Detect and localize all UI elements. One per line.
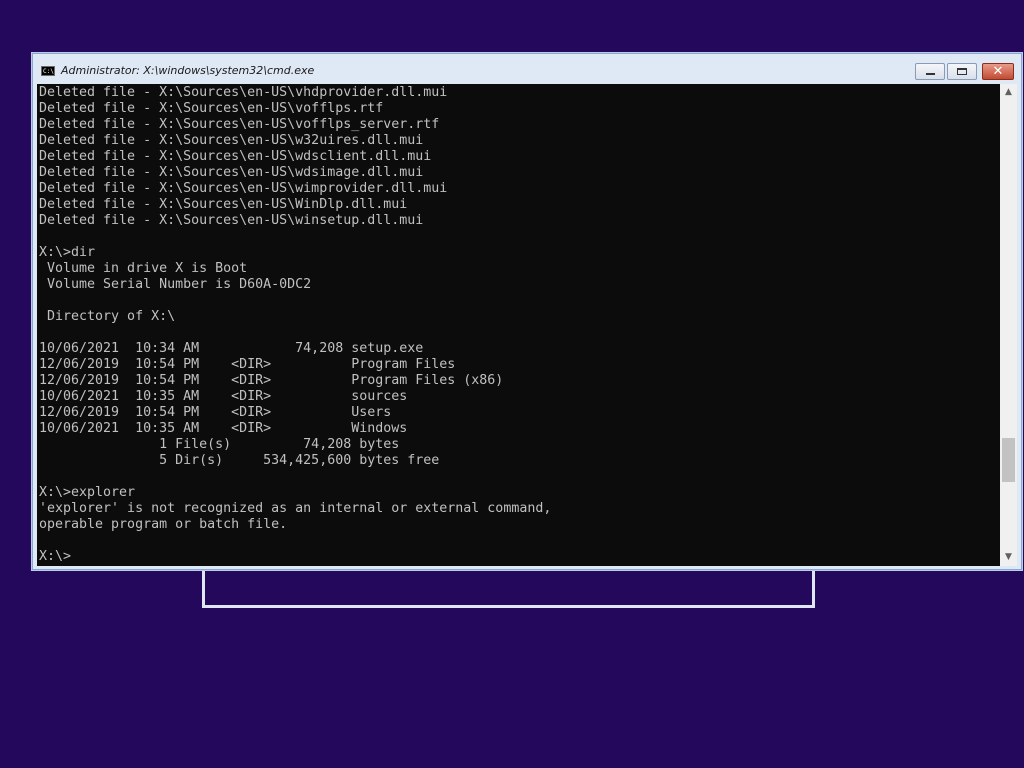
cmd-window: C:\ Administrator: X:\windows\system32\c… [32, 53, 1022, 570]
close-button[interactable]: ✕ [982, 63, 1014, 80]
console-line: Directory of X:\ [39, 309, 176, 324]
console-line: 'explorer' is not recognized as an inter… [39, 501, 552, 516]
desktop-background: C:\ Administrator: X:\windows\system32\c… [0, 0, 1024, 768]
console-text[interactable]: Deleted file - X:\Sources\en-US\vhdprovi… [37, 84, 1000, 565]
console-line: 12/06/2019 10:54 PM <DIR> Program Files [39, 357, 456, 372]
console-line: X:\> [39, 549, 72, 564]
console-line: Deleted file - X:\Sources\en-US\WinDlp.d… [39, 197, 408, 212]
console-line: 12/06/2019 10:54 PM <DIR> Users [39, 405, 392, 420]
vertical-scrollbar[interactable]: ▲ ▼ [1000, 84, 1017, 566]
maximize-button[interactable] [947, 63, 977, 80]
title-bar[interactable]: C:\ Administrator: X:\windows\system32\c… [33, 54, 1021, 84]
console-line: X:\>explorer [39, 485, 136, 500]
console-line: 1 File(s) 74,208 bytes [39, 437, 400, 452]
console-line: 5 Dir(s) 534,425,600 bytes free [39, 453, 440, 468]
scroll-down-arrow-icon[interactable]: ▼ [1000, 549, 1017, 566]
console-line: Deleted file - X:\Sources\en-US\wdsimage… [39, 165, 424, 180]
cmd-app-icon[interactable]: C:\ [41, 66, 55, 76]
console-line: operable program or batch file. [39, 517, 288, 532]
console-line: 10/06/2021 10:35 AM <DIR> sources [39, 389, 408, 404]
scrollbar-thumb[interactable] [1002, 438, 1015, 482]
console-line: Volume in drive X is Boot [39, 261, 248, 276]
minimize-button[interactable] [915, 63, 945, 80]
close-icon: ✕ [992, 64, 1004, 79]
console-line: Deleted file - X:\Sources\en-US\wimprovi… [39, 181, 448, 196]
console-line: X:\>dir [39, 245, 96, 260]
console-line: Deleted file - X:\Sources\en-US\w32uires… [39, 133, 424, 148]
console-line: 10/06/2021 10:35 AM <DIR> Windows [39, 421, 408, 436]
console-line: Deleted file - X:\Sources\en-US\wdsclien… [39, 149, 432, 164]
console-line: 12/06/2019 10:54 PM <DIR> Program Files … [39, 373, 504, 388]
minimize-icon [926, 73, 935, 75]
console-line: Volume Serial Number is D60A-0DC2 [39, 277, 312, 292]
console-line: Deleted file - X:\Sources\en-US\vhdprovi… [39, 85, 448, 100]
window-title: Administrator: X:\windows\system32\cmd.e… [61, 64, 315, 77]
maximize-icon [957, 68, 967, 75]
console-line: Deleted file - X:\Sources\en-US\vofflps_… [39, 117, 440, 132]
console-output[interactable]: Deleted file - X:\Sources\en-US\vhdprovi… [37, 84, 1000, 566]
console-line: Deleted file - X:\Sources\en-US\vofflps.… [39, 101, 384, 116]
scroll-up-arrow-icon[interactable]: ▲ [1000, 84, 1017, 101]
console-line: 10/06/2021 10:34 AM 74,208 setup.exe [39, 341, 424, 356]
console-line: Deleted file - X:\Sources\en-US\winsetup… [39, 213, 424, 228]
